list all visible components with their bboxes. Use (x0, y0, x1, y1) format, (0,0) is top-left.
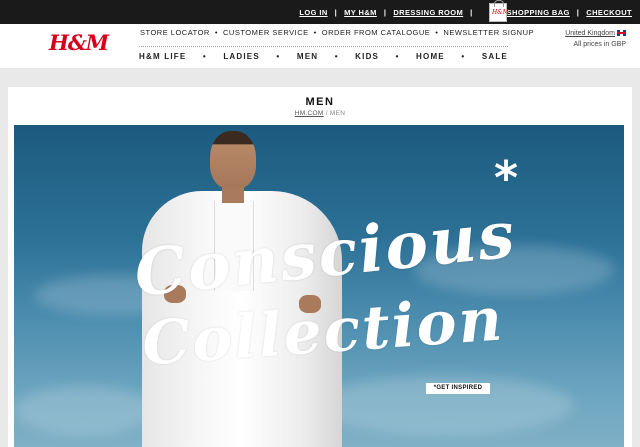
nav-sale[interactable]: SALE (482, 52, 508, 61)
nav-men[interactable]: MEN (297, 52, 318, 61)
hm-logo[interactable]: H&M (49, 30, 109, 55)
checkout-link[interactable]: CHECKOUT (586, 8, 632, 17)
shopping-bag-link[interactable]: SHOPPING BAG (507, 8, 570, 17)
uk-flag-icon[interactable] (617, 30, 626, 37)
account-links: LOG IN | MY H&M | DRESSING ROOM | SHOPPI… (299, 7, 632, 17)
breadcrumb-current: MEN (329, 110, 346, 117)
top-account-bar: LOG IN | MY H&M | DRESSING ROOM | SHOPPI… (0, 0, 640, 24)
login-link[interactable]: LOG IN (299, 8, 327, 17)
main-content: MEN HM.COM / MEN Conscious Collection * … (8, 87, 632, 447)
breadcrumb-home-link[interactable]: HM.COM (295, 110, 324, 117)
customer-service-link[interactable]: CUSTOMER SERVICE (223, 28, 309, 37)
newsletter-signup-link[interactable]: NEWSLETTER SIGNUP (443, 28, 534, 37)
page-title: MEN (305, 96, 335, 108)
currency-note: All prices in GBP (573, 41, 626, 48)
country-link[interactable]: United Kingdom (565, 30, 615, 37)
nav-home[interactable]: HOME (416, 52, 445, 61)
asterisk-mark: * (494, 151, 519, 205)
get-inspired-button[interactable]: *GET INSPIRED (426, 383, 490, 394)
region-selector: United Kingdom All prices in GBP (565, 28, 626, 50)
nav-kids[interactable]: KIDS (355, 52, 379, 61)
utility-nav: STORE LOCATOR • CUSTOMER SERVICE • ORDER… (140, 28, 535, 37)
model-head (210, 131, 256, 189)
hero-banner[interactable]: Conscious Collection * *GET INSPIRED (14, 125, 624, 447)
nav-ladies[interactable]: LADIES (223, 52, 260, 61)
site-header: H&M STORE LOCATOR • CUSTOMER SERVICE • O… (0, 24, 640, 68)
main-nav: H&M LIFE • LADIES • MEN • KIDS • HOME • … (139, 46, 508, 61)
store-locator-link[interactable]: STORE LOCATOR (140, 28, 210, 37)
order-catalogue-link[interactable]: ORDER FROM CATALOGUE (322, 28, 430, 37)
cloud (14, 385, 154, 435)
my-hm-link[interactable]: MY H&M (344, 8, 377, 17)
dressing-room-link[interactable]: DRESSING ROOM (393, 8, 463, 17)
shopping-bag-icon[interactable]: H&M (489, 0, 509, 22)
breadcrumb: HM.COM / MEN (294, 110, 346, 117)
nav-hm-life[interactable]: H&M LIFE (139, 52, 186, 61)
